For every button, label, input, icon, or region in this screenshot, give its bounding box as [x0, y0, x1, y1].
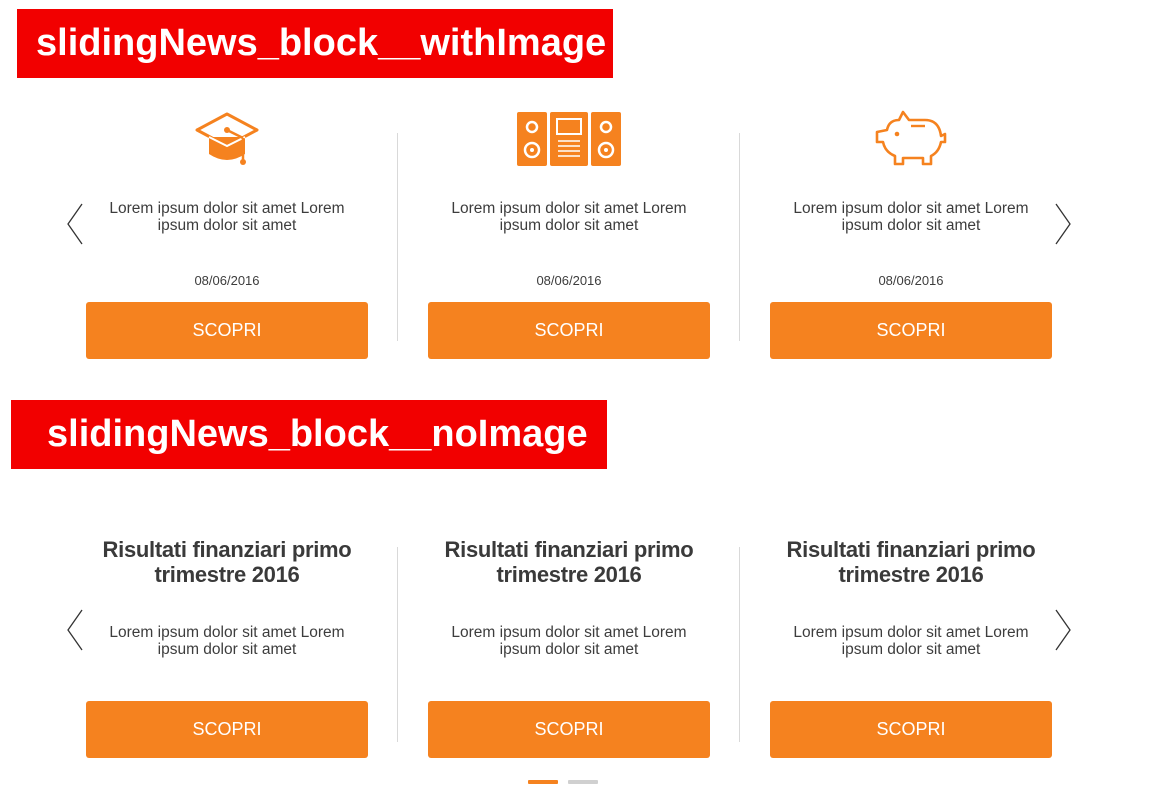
- scopri-button[interactable]: SCOPRI: [86, 302, 368, 359]
- card-date: 08/06/2016: [194, 273, 260, 288]
- block-label-with-image: slidingNews_block__withImage: [17, 9, 613, 78]
- scopri-button[interactable]: SCOPRI: [428, 701, 710, 758]
- carousel-pagination: [528, 780, 598, 784]
- graduation-cap-icon: [86, 108, 368, 168]
- card-title: Risultati finanziari primo trimestre 201…: [444, 537, 694, 587]
- card-description: Lorem ipsum dolor sit amet Lorem ipsum d…: [451, 200, 687, 234]
- card-description: Lorem ipsum dolor sit amet Lorem ipsum d…: [109, 624, 345, 658]
- divider: [739, 133, 740, 341]
- divider: [397, 133, 398, 341]
- scopri-button[interactable]: SCOPRI: [428, 302, 710, 359]
- block-label-no-image: slidingNews_block__noImage: [11, 400, 607, 469]
- card-description: Lorem ipsum dolor sit amet Lorem ipsum d…: [451, 624, 687, 658]
- stereo-speakers-icon: [428, 108, 710, 168]
- scopri-button[interactable]: SCOPRI: [86, 701, 368, 758]
- scopri-button[interactable]: SCOPRI: [770, 701, 1052, 758]
- divider: [739, 547, 740, 742]
- pagination-dot[interactable]: [568, 780, 598, 784]
- next-arrow-icon[interactable]: [1050, 608, 1074, 652]
- card-date: 08/06/2016: [536, 273, 602, 288]
- card-description: Lorem ipsum dolor sit amet Lorem ipsum d…: [793, 200, 1029, 234]
- prev-arrow-icon[interactable]: [64, 202, 88, 246]
- next-arrow-icon[interactable]: [1050, 202, 1074, 246]
- card-date: 08/06/2016: [878, 273, 944, 288]
- pagination-dot-active[interactable]: [528, 780, 558, 784]
- card-title: Risultati finanziari primo trimestre 201…: [102, 537, 352, 587]
- scopri-button[interactable]: SCOPRI: [770, 302, 1052, 359]
- card-description: Lorem ipsum dolor sit amet Lorem ipsum d…: [109, 200, 345, 234]
- prev-arrow-icon[interactable]: [64, 608, 88, 652]
- divider: [397, 547, 398, 742]
- card-title: Risultati finanziari primo trimestre 201…: [786, 537, 1036, 587]
- card-description: Lorem ipsum dolor sit amet Lorem ipsum d…: [793, 624, 1029, 658]
- piggy-bank-icon: [770, 108, 1052, 168]
